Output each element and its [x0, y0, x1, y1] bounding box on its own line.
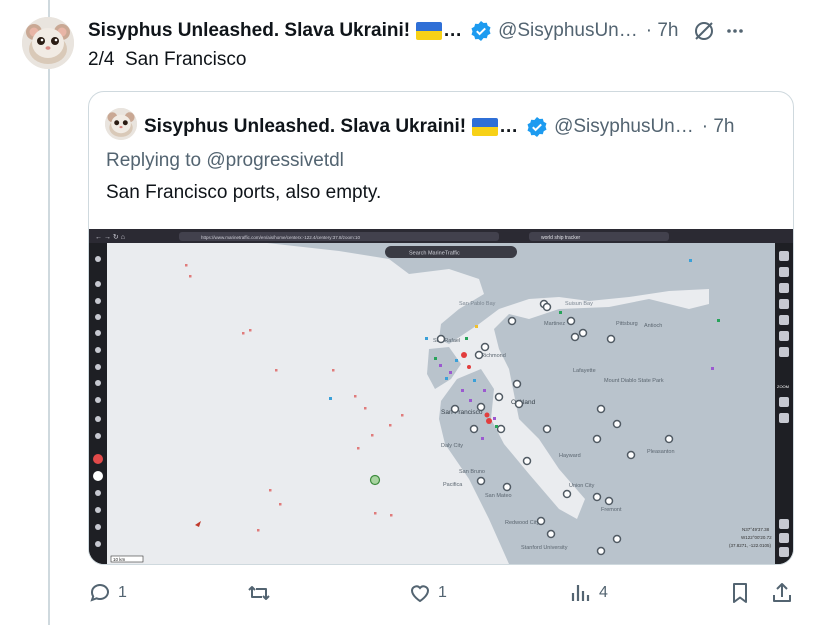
- timestamp[interactable]: · 7h: [646, 20, 679, 42]
- retweet-button[interactable]: [246, 581, 278, 605]
- label-martinez: Martinez: [544, 321, 565, 327]
- attached-screenshot-image[interactable]: ← → ↻ ⌂ https://www.marinetraffic.com/en…: [89, 229, 793, 564]
- label-antioch: Antioch: [644, 323, 662, 329]
- label-hayward: Hayward: [559, 453, 581, 459]
- label-san-mateo: San Mateo: [485, 493, 512, 499]
- tweet-header: Sisyphus Unleashed. Slava Ukraini! … @Si…: [88, 17, 795, 45]
- svg-text:(37.8271, -122.0105): (37.8271, -122.0105): [729, 543, 772, 548]
- avatar-hamster-image: [22, 17, 74, 69]
- share-icon: [773, 583, 791, 602]
- bookmark-button[interactable]: [728, 581, 752, 605]
- user-handle[interactable]: @SisyphusUn…: [498, 20, 638, 42]
- label-pleasanton: Pleasanton: [647, 449, 675, 455]
- label-pacifica: Pacifica: [443, 482, 463, 488]
- avatar-hamster-image: [105, 108, 137, 140]
- views-chart-icon: [571, 585, 590, 601]
- quoted-display-name[interactable]: Sisyphus Unleashed. Slava Ukraini!: [144, 116, 466, 138]
- label-daly-city: Daly City: [441, 443, 463, 449]
- reply-icon: [90, 584, 109, 602]
- ukraine-flag-icon: [472, 118, 499, 136]
- quoted-tweet-text: San Francisco ports, also empty.: [106, 182, 382, 203]
- reply-button[interactable]: 1: [88, 581, 127, 605]
- retweet-icon: [248, 586, 270, 600]
- map-left-toolbar: [89, 243, 107, 564]
- reply-count: 1: [118, 584, 127, 601]
- svg-text:W122°00'20.72: W122°00'20.72: [741, 535, 772, 540]
- ukraine-flag-icon: [416, 22, 443, 40]
- tweet-action-bar: 1 1 4: [88, 581, 798, 611]
- more-options-icon[interactable]: [725, 21, 745, 41]
- replying-to-handle[interactable]: @progressivetdl: [206, 150, 344, 171]
- browser-nav-icons: ← → ↻ ⌂: [95, 234, 125, 241]
- views-count: 4: [599, 584, 608, 601]
- tweet-text: 2/4 San Francisco: [88, 49, 247, 70]
- label-fremont: Fremont: [601, 507, 622, 513]
- label-union-city: Union City: [569, 483, 595, 489]
- map-alert-icon: [93, 454, 103, 464]
- like-count: 1: [438, 584, 447, 601]
- quoted-user-handle: @SisyphusUn…: [554, 116, 694, 137]
- label-lafayette: Lafayette: [573, 368, 596, 374]
- avatar[interactable]: [22, 17, 74, 69]
- name-truncation: …: [499, 116, 519, 137]
- map-zoom-badge: ZOOM: [777, 384, 789, 389]
- quoted-tweet-card[interactable]: Sisyphus Unleashed. Slava Ukraini! … @Si…: [88, 91, 794, 565]
- label-san-francisco: San Francisco: [441, 409, 483, 416]
- map-user-icon: [93, 471, 103, 481]
- label-mount-diablo: Mount Diablo State Park: [604, 378, 664, 384]
- label-stanford: Stanford University: [521, 545, 568, 551]
- grok-icon[interactable]: [693, 20, 715, 42]
- verified-badge-icon[interactable]: [470, 20, 492, 42]
- browser-url: https://www.marinetraffic.com/en/ais/hom…: [201, 235, 360, 240]
- like-button[interactable]: 1: [408, 581, 447, 605]
- quoted-avatar[interactable]: [105, 108, 137, 140]
- map-search-placeholder: Search MarineTraffic: [409, 251, 460, 257]
- replying-to-prefix: Replying to: [106, 150, 207, 171]
- thread-connector-line: [48, 0, 50, 625]
- label-suisun-bay: Suisun Bay: [565, 301, 593, 307]
- verified-badge-icon: [526, 116, 548, 138]
- name-truncation: …: [443, 20, 463, 41]
- label-san-pablo-bay: San Pablo Bay: [459, 301, 496, 307]
- label-oakland: Oakland: [511, 399, 536, 406]
- label-redwood-city: Redwood City: [505, 520, 539, 526]
- replying-to-line: Replying to @progressivetdl: [106, 150, 344, 172]
- share-button[interactable]: [770, 581, 794, 605]
- marinetraffic-map-screenshot: ← → ↻ ⌂ https://www.marinetraffic.com/en…: [89, 229, 793, 564]
- label-san-bruno: San Bruno: [459, 469, 485, 475]
- bookmark-icon: [733, 583, 747, 603]
- heart-icon: [410, 585, 430, 603]
- map-scale-label: 10 km: [113, 557, 126, 562]
- label-richmond: Richmond: [481, 353, 506, 359]
- svg-text:N37°49'37.38: N37°49'37.38: [742, 527, 770, 532]
- browser-search-text: world ship tracker: [541, 235, 581, 241]
- quoted-tweet-header: Sisyphus Unleashed. Slava Ukraini! … @Si…: [144, 113, 779, 141]
- display-name[interactable]: Sisyphus Unleashed. Slava Ukraini!: [88, 20, 410, 42]
- quoted-timestamp: · 7h: [701, 116, 735, 137]
- views-button[interactable]: 4: [569, 581, 608, 605]
- label-pittsburg: Pittsburg: [616, 321, 638, 327]
